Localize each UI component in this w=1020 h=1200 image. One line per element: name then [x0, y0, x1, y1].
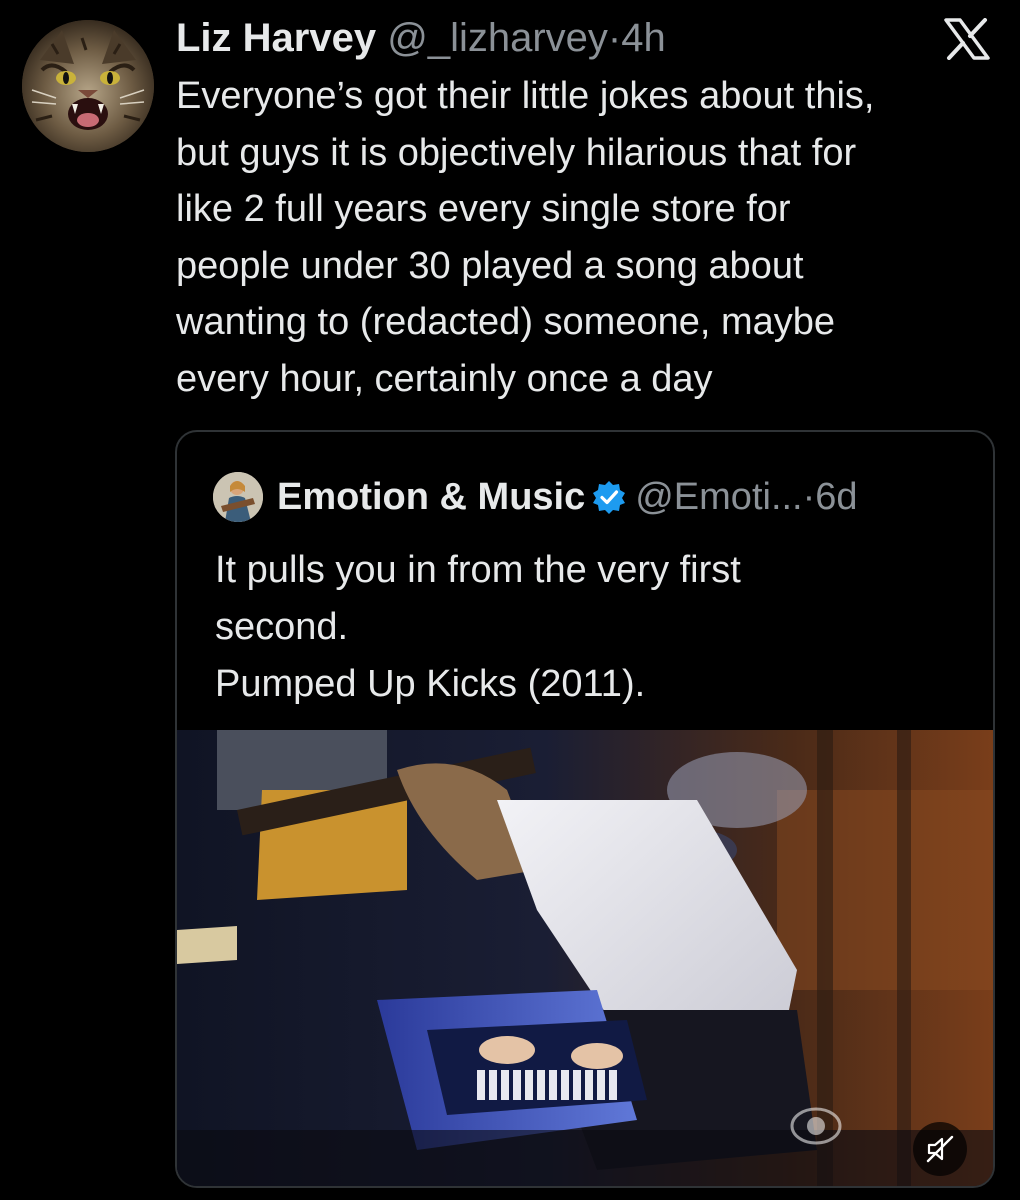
video-frame [177, 730, 993, 1186]
video-player[interactable] [177, 730, 993, 1186]
quoted-tweet-card[interactable]: Emotion & Music @Emoti...·6d It pulls yo… [175, 430, 995, 1188]
quoted-timestamp[interactable]: 6d [815, 476, 857, 518]
author-handle[interactable]: @_lizharvey [387, 16, 608, 60]
tweet[interactable]: Liz Harvey @_lizharvey·4h Everyone’s got… [0, 0, 1020, 1200]
x-logo-icon [944, 18, 990, 60]
separator-dot: · [802, 476, 816, 518]
tweet-header: Liz Harvey @_lizharvey·4h [176, 14, 666, 62]
quoted-author-avatar[interactable] [213, 472, 263, 522]
muted-speaker-icon[interactable] [913, 1122, 967, 1176]
separator-dot: · [607, 16, 622, 60]
quoted-tweet-header: Emotion & Music @Emoti...·6d [277, 472, 858, 522]
quoted-tweet-text: It pulls you in from the very first seco… [215, 549, 741, 705]
timestamp[interactable]: 4h [621, 16, 666, 60]
cbs-eye-icon [789, 1106, 843, 1146]
tweet-text: Everyone’s got their little jokes about … [176, 75, 875, 400]
quoted-author-handle[interactable]: @Emoti... [635, 476, 802, 518]
author-name[interactable]: Liz Harvey [176, 16, 376, 60]
cat-avatar-icon[interactable] [22, 20, 154, 152]
verified-badge-icon [591, 478, 627, 514]
quoted-author-name[interactable]: Emotion & Music [277, 476, 585, 518]
